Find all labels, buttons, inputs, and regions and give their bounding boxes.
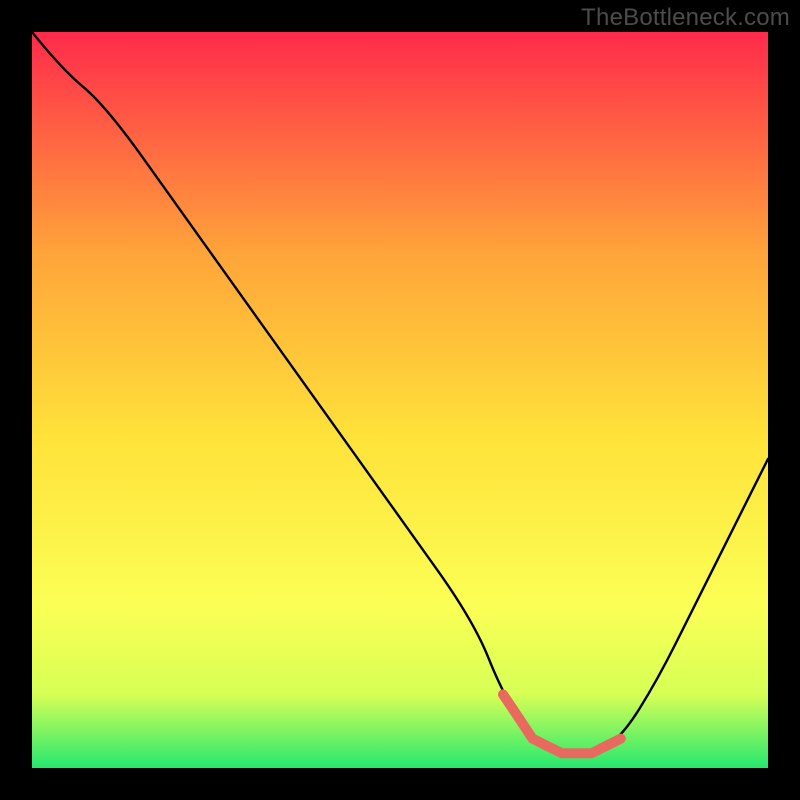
chart-frame: TheBottleneck.com	[0, 0, 800, 800]
gradient-background	[32, 32, 768, 768]
bottleneck-curve-chart	[32, 32, 768, 768]
plot-area	[32, 32, 768, 768]
watermark-text: TheBottleneck.com	[581, 4, 790, 32]
